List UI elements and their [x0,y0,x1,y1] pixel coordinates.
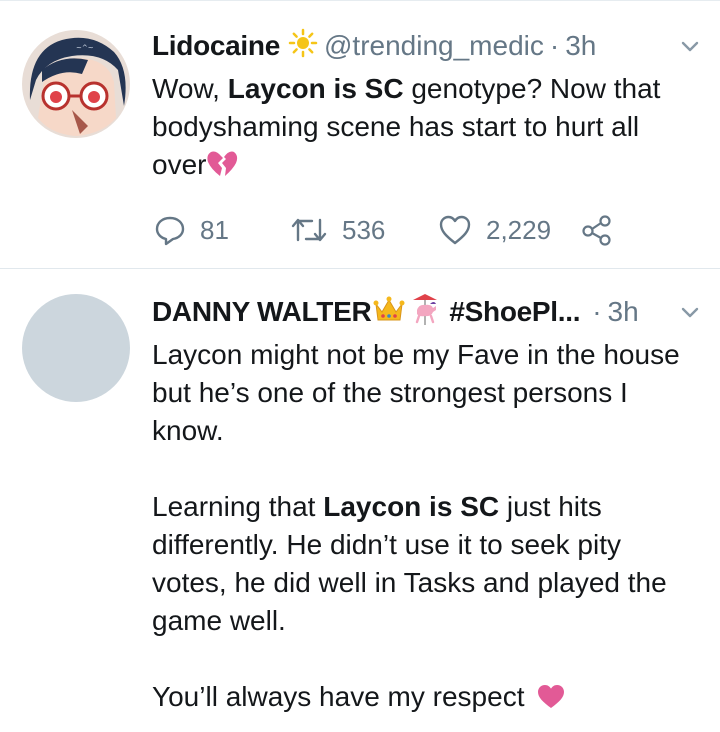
tweet-text-bold: Laycon is SC [323,491,500,522]
author-name[interactable]: Lidocaine [152,30,280,62]
tweet-header: Lidocaine @trending_medic · 3h [152,26,702,66]
author-handle-truncated[interactable]: #ShoePl... [449,296,580,328]
tweet-divider [0,268,720,269]
author-handle[interactable]: @trending_medic [324,30,544,62]
tweet-paragraph: You’ll always have my respect [152,678,696,719]
tweet-timestamp[interactable]: 3h [565,30,596,62]
retweet-button[interactable]: 536 [290,210,385,250]
heart-icon [536,681,566,719]
reply-count: 81 [200,214,229,245]
tweet-text: Wow, Laycon is SC genotype? Now that bod… [152,70,696,188]
chevron-down-icon[interactable] [678,34,702,58]
sun-icon [288,28,318,65]
tweet-paragraph: Learning that Laycon is SC just hits dif… [152,488,696,640]
crown-icon [373,294,405,331]
retweet-icon [291,218,327,242]
carousel-horse-icon [409,292,441,333]
separator-dot: · [592,296,602,327]
retweet-count: 536 [342,214,386,245]
tweet-text-part: Learning that [152,491,324,522]
share-icon [582,215,611,246]
tweet-header: DANNY WALTER #ShoePl... · 3h [152,292,702,332]
avatar[interactable] [22,294,130,402]
like-count: 2,229 [486,214,552,245]
author-name[interactable]: DANNY WALTER [152,296,372,328]
tweet-text-part: Wow, [152,73,228,104]
tweet[interactable]: DANNY WALTER #ShoePl... · 3h Laycon migh… [0,270,720,732]
tweet-text: Laycon might not be my Fave in the house… [152,336,696,719]
svg-text:~^~: ~^~ [76,44,94,52]
reply-button[interactable]: 81 [154,210,229,250]
reply-icon [155,216,185,246]
broken-heart-icon [206,150,238,188]
chevron-down-icon[interactable] [678,300,702,324]
separator-dot: · [549,30,560,61]
avatar[interactable]: ~^~ [22,30,130,138]
tweet-paragraph: Laycon might not be my Fave in the house… [152,339,680,446]
tweet-actions: 81 536 2,229 [152,210,632,250]
share-button[interactable] [580,210,626,250]
top-divider [0,0,720,1]
tweet-timestamp[interactable]: 3h [608,296,639,328]
tweet-text-bold: Laycon is SC [227,73,404,104]
tweet[interactable]: ~^~ Lidocaine @trending_medic · 3h Wow, … [0,8,720,270]
tweet-text-part: You’ll always have my respect [152,681,525,712]
heart-outline-icon [439,215,471,245]
like-button[interactable]: 2,229 [438,210,551,250]
